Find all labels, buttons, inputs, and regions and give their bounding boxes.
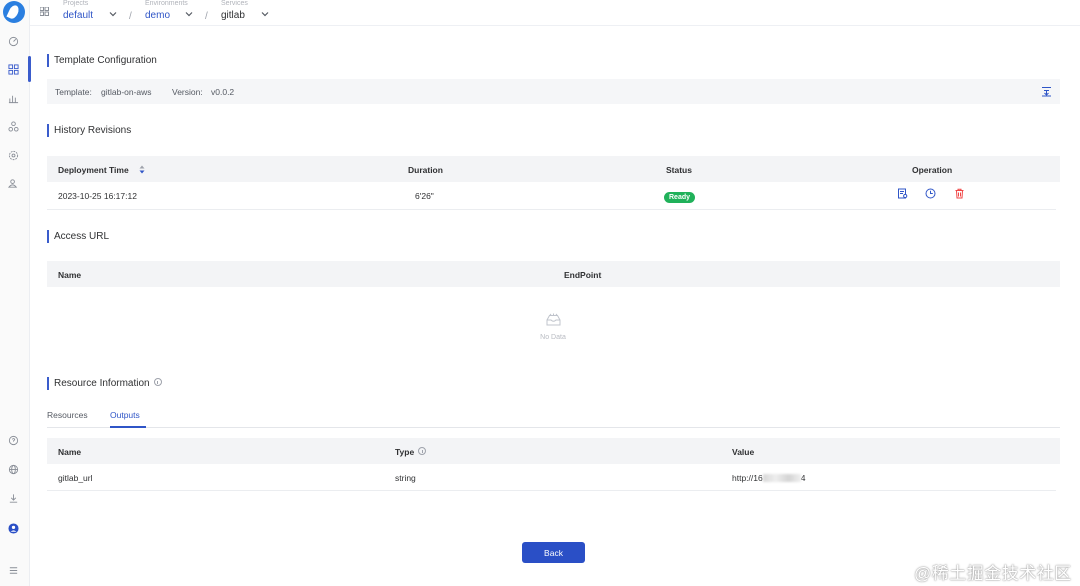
output-name-cell: gitlab_url (58, 473, 93, 483)
sidebar-active-indicator (28, 56, 31, 82)
breadcrumb-environment[interactable]: Environments demo (145, 0, 188, 23)
apps-icon[interactable] (7, 63, 19, 75)
col-status: Status (666, 165, 692, 175)
history-table-header: Deployment Time Duration Status Operatio… (47, 156, 1060, 182)
template-label: Template: (55, 87, 92, 97)
access-url-table-header: Name EndPoint (47, 261, 1060, 287)
top-bar: Projects default / Environments demo / S… (30, 0, 1080, 26)
version-value: v0.0.2 (211, 87, 235, 97)
output-value-suffix: 4 (800, 473, 806, 483)
breadcrumb-service-label: Services (221, 0, 248, 7)
breadcrumb-service[interactable]: Services gitlab (221, 0, 248, 23)
output-type-cell: string (395, 473, 416, 483)
breadcrumb-environment-label: Environments (145, 0, 188, 7)
globe-icon[interactable] (7, 463, 19, 475)
active-tab-indicator (110, 426, 146, 428)
sort-icon[interactable] (139, 165, 145, 174)
status-badge: Ready (664, 192, 696, 203)
chevron-down-icon[interactable] (261, 11, 269, 17)
col-deployment-time[interactable]: Deployment Time (58, 165, 129, 175)
user-avatar-icon[interactable] (7, 522, 19, 534)
breadcrumb-project-label: Projects (63, 0, 89, 7)
menu-icon[interactable] (7, 564, 19, 576)
history-revisions-title: History Revisions (47, 124, 131, 137)
col-output-type: Type (395, 447, 427, 457)
col-output-value: Value (732, 447, 755, 457)
resource-tabs: Resources Outputs (47, 402, 1060, 428)
cluster-icon[interactable] (7, 120, 19, 132)
info-icon[interactable] (153, 378, 162, 386)
help-icon[interactable] (7, 434, 19, 446)
expand-config-icon[interactable] (1041, 86, 1052, 97)
app-logo[interactable] (3, 1, 25, 23)
duration-cell: 6'26" (415, 191, 434, 201)
version-label: Version: (172, 87, 203, 97)
deployment-time-cell: 2023-10-25 16:17:12 (58, 191, 137, 201)
tab-outputs[interactable]: Outputs (110, 410, 140, 420)
empty-state-text: No Data (540, 334, 566, 341)
outputs-table-header: Name Type Value (47, 438, 1060, 464)
apps-grid-icon[interactable] (40, 7, 49, 16)
resource-info-title-text: Resource Information (54, 378, 150, 389)
settings-icon[interactable] (7, 149, 19, 161)
col-endpoint: EndPoint (564, 270, 602, 280)
download-icon[interactable] (7, 492, 19, 504)
watermark-text: @稀土掘金技术社区 (914, 564, 1072, 583)
resource-info-title: Resource Information (47, 377, 162, 390)
template-value: gitlab-on-aws (101, 87, 152, 97)
dashboard-icon[interactable] (7, 35, 19, 47)
breadcrumb-project-value[interactable]: default (63, 9, 93, 23)
breadcrumb-separator: / (129, 11, 132, 22)
tab-resources[interactable]: Resources (47, 410, 88, 420)
col-output-type-label: Type (395, 447, 415, 457)
breadcrumb-separator: / (205, 11, 208, 22)
redacted-value (762, 474, 801, 482)
table-row: gitlab_url string http://16 4 (47, 464, 1056, 491)
sidebar (0, 0, 31, 586)
template-config-title: Template Configuration (47, 54, 157, 67)
users-icon[interactable] (7, 177, 19, 189)
template-config-box: Template: gitlab-on-aws Version: v0.0.2 (47, 79, 1060, 104)
detail-icon[interactable] (897, 188, 908, 199)
col-operation: Operation (912, 165, 953, 175)
output-value-cell[interactable]: http://16 4 (732, 473, 805, 483)
col-name: Name (58, 270, 82, 280)
chevron-down-icon[interactable] (185, 11, 193, 17)
info-icon[interactable] (418, 447, 427, 455)
chart-icon[interactable] (7, 92, 19, 104)
col-output-name: Name (58, 447, 82, 457)
back-button[interactable]: Back (522, 542, 585, 563)
breadcrumb-project[interactable]: Projects default (63, 0, 93, 23)
breadcrumb-service-value[interactable]: gitlab (221, 9, 248, 23)
delete-icon[interactable] (954, 188, 965, 199)
breadcrumb-environment-value[interactable]: demo (145, 9, 188, 23)
col-duration: Duration (408, 165, 443, 175)
table-row: 2023-10-25 16:17:12 6'26" Ready (47, 182, 1056, 210)
chevron-down-icon[interactable] (109, 11, 117, 17)
access-url-title: Access URL (47, 230, 109, 243)
history-icon[interactable] (925, 188, 936, 199)
empty-inbox-icon (546, 313, 560, 326)
output-value-prefix: http://16 (732, 473, 763, 483)
empty-state: No Data (520, 313, 586, 341)
